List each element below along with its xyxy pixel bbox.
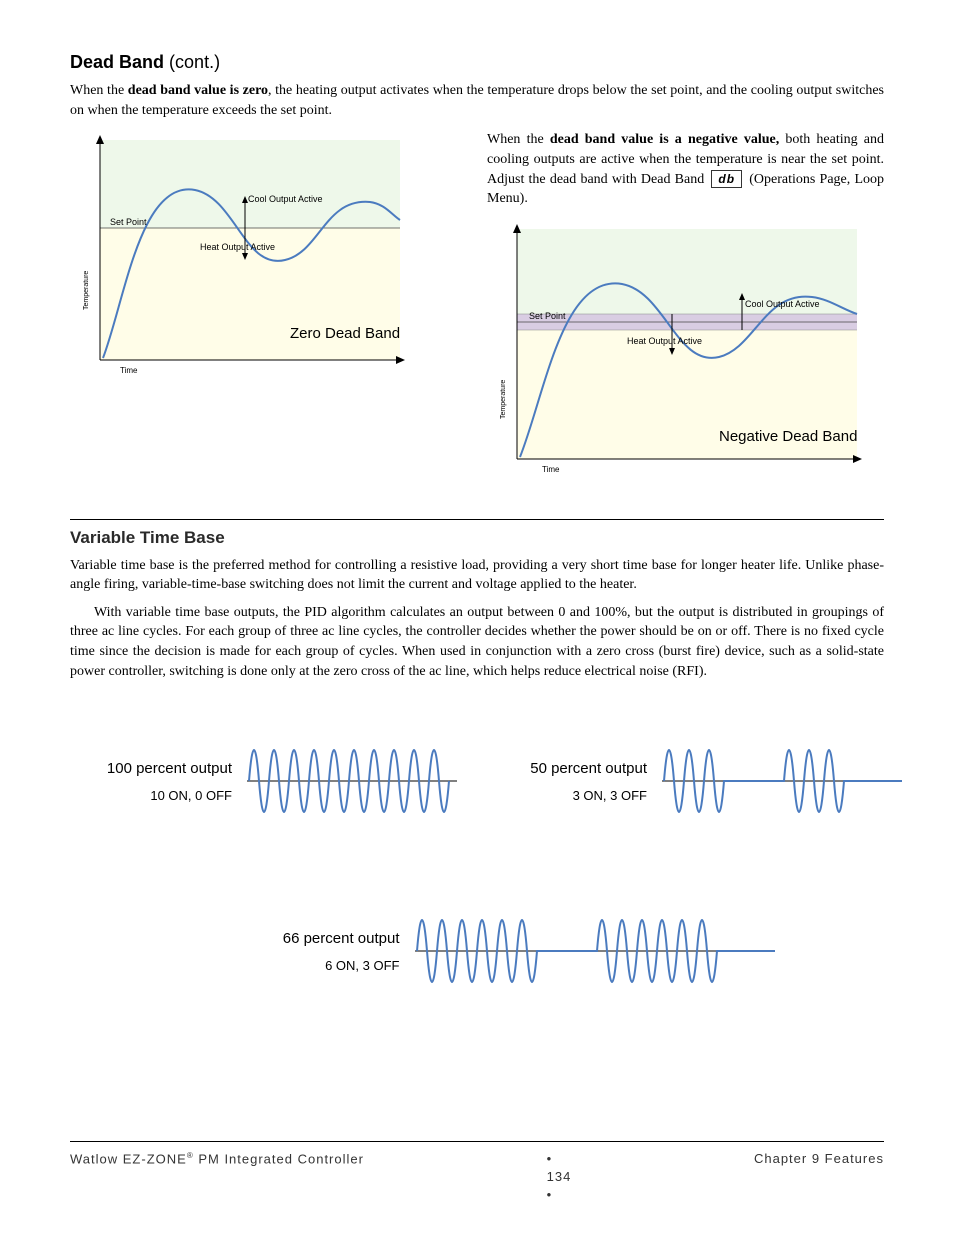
- wave-svg-100: [247, 711, 457, 851]
- wave-labels-50: 50 percent output 3 ON, 3 OFF: [487, 758, 647, 805]
- label-temp: Temperature: [83, 271, 90, 310]
- wave-svg-50: [662, 711, 902, 851]
- chart-title-zero: Zero Dead Band: [290, 325, 400, 342]
- wave-row-bottom: 66 percent output 6 ON, 3 OFF: [70, 881, 884, 1021]
- svg-text:Temperature: Temperature: [500, 379, 507, 418]
- text-bold: dead band value is zero: [128, 83, 268, 98]
- section-title-text: Dead Band: [70, 52, 164, 72]
- section-cont: (cont.): [169, 52, 220, 72]
- waveform-section: 100 percent output 10 ON, 0 OFF 50 perce…: [70, 711, 884, 1021]
- text: When the: [70, 83, 128, 98]
- footer-product: Watlow EZ-ZONE: [70, 1151, 187, 1166]
- db-param-label: db: [711, 170, 742, 188]
- wave-sub-50: 3 ON, 3 OFF: [487, 787, 647, 805]
- wave-sub-66: 6 ON, 3 OFF: [180, 957, 400, 975]
- footer-center: • 134 •: [547, 1150, 572, 1205]
- svg-text:Negative Dead Band: Negative Dead Band: [719, 428, 857, 445]
- label-time: Time: [120, 366, 138, 375]
- section-heading: Dead Band (cont.): [70, 50, 884, 75]
- registered-icon: ®: [187, 1151, 194, 1160]
- graphs-row: Set Point Cool Output Active Heat Output…: [70, 130, 884, 478]
- zero-deadband-chart: Set Point Cool Output Active Heat Output…: [70, 130, 410, 370]
- paragraph-zero-deadband: When the dead band value is zero, the he…: [70, 81, 884, 120]
- svg-text:Time: Time: [542, 465, 560, 474]
- label-cool: Cool Output Active: [248, 194, 323, 204]
- zero-deadband-chart-col: Set Point Cool Output Active Heat Output…: [70, 130, 467, 478]
- wave-title-66: 66 percent output: [180, 928, 400, 949]
- label-setpoint: Set Point: [110, 217, 147, 227]
- footer-left: Watlow EZ-ZONE® PM Integrated Controller: [70, 1150, 364, 1205]
- footer-product-sub: PM Integrated Controller: [194, 1151, 364, 1166]
- wave-row-top: 100 percent output 10 ON, 0 OFF 50 perce…: [70, 711, 884, 851]
- wave-group-50: 50 percent output 3 ON, 3 OFF: [487, 711, 902, 851]
- zero-deadband-svg: Set Point Cool Output Active Heat Output…: [70, 130, 410, 380]
- page-footer: Watlow EZ-ZONE® PM Integrated Controller…: [70, 1141, 884, 1205]
- wave-svg-66: [415, 881, 775, 1021]
- text-bold: dead band value is a negative value,: [550, 132, 779, 147]
- wave-labels-100: 100 percent output 10 ON, 0 OFF: [52, 758, 232, 805]
- wave-title-50: 50 percent output: [487, 758, 647, 779]
- svg-text:Set Point: Set Point: [529, 311, 566, 321]
- wave-title-100: 100 percent output: [52, 758, 232, 779]
- vtb-paragraph-1: Variable time base is the preferred meth…: [70, 556, 884, 595]
- negative-deadband-chart: Set Point Cool Output Active Heat Output…: [487, 219, 867, 479]
- footer-right: Chapter 9 Features: [754, 1150, 884, 1205]
- wave-group-66: 66 percent output 6 ON, 3 OFF: [180, 881, 775, 1021]
- wave-group-100: 100 percent output 10 ON, 0 OFF: [52, 711, 457, 851]
- paragraph-negative-deadband: When the dead band value is a negative v…: [487, 130, 884, 208]
- subsection-heading: Variable Time Base: [70, 519, 884, 550]
- wave-labels-66: 66 percent output 6 ON, 3 OFF: [180, 928, 400, 975]
- svg-text:Heat Output Active: Heat Output Active: [627, 336, 702, 346]
- negative-deadband-svg: Set Point Cool Output Active Heat Output…: [487, 219, 867, 479]
- page-number: 134: [547, 1169, 572, 1184]
- negative-deadband-col: When the dead band value is a negative v…: [487, 130, 884, 478]
- wave-sub-100: 10 ON, 0 OFF: [52, 787, 232, 805]
- vtb-paragraph-2: With variable time base outputs, the PID…: [70, 603, 884, 681]
- svg-text:Cool Output Active: Cool Output Active: [745, 299, 820, 309]
- text: When the: [487, 132, 550, 147]
- label-heat: Heat Output Active: [200, 242, 275, 252]
